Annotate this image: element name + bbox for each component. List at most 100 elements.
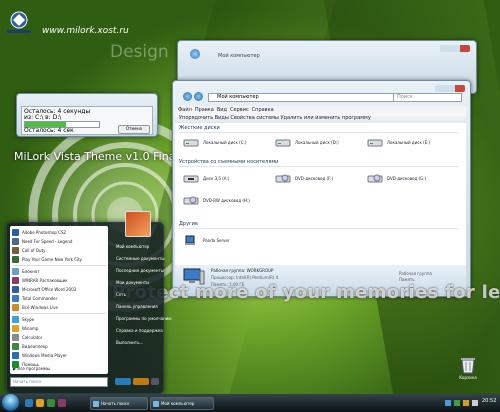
drive-item[interactable]: Локальный диск (C:)	[183, 137, 269, 151]
start-menu-item[interactable]: WINRAR Распаковщик	[12, 276, 107, 285]
program-icon	[12, 334, 19, 341]
window-icon	[93, 401, 99, 407]
user-picture[interactable]	[125, 211, 151, 237]
taskbar-button-search[interactable]: Начать поиск	[90, 397, 148, 410]
quicklaunch-folder-icon[interactable]	[36, 399, 44, 407]
shutdown-arrow-icon[interactable]	[151, 378, 159, 385]
explorer-window[interactable]: Мой компьютер Поиск Файл Правка Вид Сервис С…	[172, 80, 471, 297]
watermark-text: Protect more of your memories for less!	[112, 282, 500, 303]
start-menu-item[interactable]: Блокнот	[12, 267, 107, 276]
quicklaunch-desktop-icon[interactable]	[58, 399, 66, 407]
dialog-titlebar[interactable]	[20, 95, 150, 105]
start-menu-item[interactable]: Calculator	[12, 333, 107, 342]
drive-label: DVD-дисковод (F:)	[295, 176, 333, 181]
quicklaunch-ie-icon[interactable]	[25, 399, 33, 407]
start-button[interactable]	[2, 394, 19, 411]
program-icon	[12, 316, 19, 323]
system-tray[interactable]	[445, 399, 479, 407]
drive-item[interactable]: DVD-дисковод (F:)	[275, 173, 361, 187]
start-menu-item[interactable]: Winamp	[12, 324, 107, 333]
program-icon	[12, 238, 19, 245]
start-menu-right-item[interactable]: Выполнить...	[116, 339, 166, 347]
drive-item[interactable]: Panda Server	[183, 235, 269, 249]
details-name: Рабочая группа: WORKGROUP	[211, 268, 274, 273]
divider	[179, 132, 459, 133]
drive-item[interactable]: DVD-RW дисковод (H:)	[183, 195, 269, 209]
menu-item[interactable]: Сервис	[230, 106, 249, 114]
start-menu-item-label: Call of Duty	[22, 248, 46, 253]
copy-line2: из: C:\ в: D:\	[24, 114, 62, 121]
dialog-body: Осталось: 4 секунды из: C:\ в: D:\ Остал…	[21, 106, 153, 135]
start-menu-item[interactable]: Windows Media Player	[12, 351, 107, 360]
start-menu-right-item[interactable]: Последние документы	[116, 267, 166, 275]
start-menu-right-item[interactable]: Панель управления	[116, 303, 166, 311]
window-icon	[190, 49, 200, 59]
program-icon	[12, 343, 19, 350]
group-header-other: Другие	[179, 221, 198, 227]
drive-item[interactable]: Диск 3,5 (A:)	[183, 173, 269, 187]
start-menu-right-item[interactable]: Программы по умолчанию	[116, 315, 172, 323]
recycle-bin-label[interactable]: Корзина	[452, 375, 484, 380]
start-menu-item[interactable]: Need For Speed - Legend	[12, 237, 107, 246]
start-menu-right-item[interactable]: Мои документы	[116, 279, 166, 287]
start-menu-right-item[interactable]: Мой компьютер	[116, 243, 166, 251]
navigation-bar: Мой компьютер Поиск	[183, 92, 463, 103]
hard-drive-icon	[183, 139, 199, 147]
lock-button[interactable]	[133, 378, 149, 385]
start-menu-item[interactable]: Всё Windows Live	[12, 303, 107, 312]
start-menu-item[interactable]: Play Your Game New York City	[12, 255, 107, 264]
drive-item[interactable]: DVD-дисковод (G:)	[367, 173, 453, 187]
menu-item[interactable]: Справка	[252, 106, 274, 114]
start-menu-item[interactable]: Adobe Photoshop CS2	[12, 228, 107, 237]
site-url: www.milork.xost.ru	[42, 26, 129, 36]
program-icon	[12, 277, 19, 284]
start-menu-item-label: Всё Windows Live	[22, 305, 58, 310]
start-menu-right-item[interactable]: Системные документы	[116, 255, 166, 263]
window-controls[interactable]	[440, 45, 470, 52]
hard-drive-icon	[275, 139, 291, 147]
address-bar[interactable]: Мой компьютер	[208, 93, 398, 102]
cancel-button[interactable]: Отмена	[118, 125, 150, 134]
start-menu-item-label: Блокнот	[22, 269, 40, 274]
forward-icon[interactable]	[194, 92, 203, 101]
menu-item[interactable]: Правка	[195, 106, 214, 114]
start-menu-item[interactable]: Помощь	[12, 360, 107, 369]
start-menu-right-item[interactable]: Справка и поддержка	[116, 327, 166, 335]
program-icon	[12, 247, 19, 254]
taskbar-button-computer[interactable]: Мой компьютер	[150, 397, 214, 410]
copy-dialog[interactable]: Осталось: 4 секунды из: C:\ в: D:\ Остал…	[16, 93, 158, 137]
start-menu-item[interactable]: Microsoft Office Word 2003	[12, 285, 107, 294]
program-icon	[12, 229, 19, 236]
recycle-bin-icon[interactable]	[460, 356, 476, 374]
desktop: www.milork.xost.ru Design MiLork Vista T…	[0, 0, 500, 412]
back-icon[interactable]	[183, 92, 192, 101]
start-menu-item[interactable]: Total Commander	[12, 294, 107, 303]
start-menu-item[interactable]: Видеоплеер	[12, 342, 107, 351]
start-menu-right-item[interactable]: Сеть	[116, 291, 166, 299]
window-controls[interactable]	[435, 85, 465, 92]
start-menu-item-label: Помощь	[22, 362, 40, 367]
dvd-drive-icon	[183, 196, 199, 205]
group-header-hdd: Жесткие диски	[179, 125, 220, 131]
drive-item[interactable]: Локальный диск (E:)	[367, 137, 453, 151]
clock[interactable]: 20:52	[482, 398, 496, 404]
menu-item[interactable]: Файл	[178, 106, 192, 114]
program-icon	[12, 304, 19, 311]
start-menu-item[interactable]: Call of Duty	[12, 246, 107, 255]
start-menu-item-label: Calculator	[22, 335, 43, 340]
search-input[interactable]: Поиск	[393, 93, 462, 102]
drive-label: DVD-RW дисковод (H:)	[203, 198, 250, 203]
power-button[interactable]	[115, 378, 131, 385]
quicklaunch-media-icon[interactable]	[47, 399, 55, 407]
taskbar-button-label: Начать поиск	[101, 401, 130, 406]
start-menu-item-label: Total Commander	[22, 296, 58, 301]
divider	[179, 166, 459, 167]
menu-item[interactable]: Вид	[217, 106, 227, 114]
drive-label: DVD-дисковод (G:)	[387, 176, 427, 181]
taskbar: Начать поиск Мой компьютер 20:52	[0, 394, 500, 412]
drive-item[interactable]: Локальный диск (D:)	[275, 137, 361, 151]
start-menu-programs: ▶ Все программы Adobe Photoshop CS2 Need …	[10, 226, 108, 374]
floppy-drive-icon	[183, 175, 199, 183]
start-search-input[interactable]: Начать поиск	[10, 377, 108, 387]
start-menu-item[interactable]: Skype	[12, 315, 107, 324]
